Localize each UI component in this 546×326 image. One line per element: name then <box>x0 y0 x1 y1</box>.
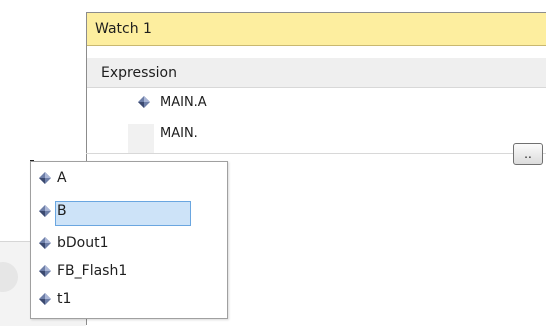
autocomplete-item-label: A <box>57 170 67 186</box>
watch-expression: MAIN.A <box>160 95 207 110</box>
variable-icon <box>138 96 150 108</box>
watch-window-title: Watch 1 <box>95 21 152 37</box>
watch-row[interactable]: MAIN.A <box>86 93 546 115</box>
panel-edge-control <box>0 262 18 292</box>
autocomplete-list[interactable]: A B bDout1 FB_Flash1 t1 <box>30 161 228 319</box>
autocomplete-item-label: t1 <box>57 291 72 307</box>
autocomplete-item-selected[interactable]: B <box>31 200 227 226</box>
variable-icon <box>39 237 51 249</box>
watch-expression-input[interactable]: MAIN. <box>160 126 198 141</box>
row-gutter <box>128 124 154 153</box>
autocomplete-item[interactable]: FB_Flash1 <box>31 260 227 284</box>
expression-column-label: Expression <box>101 65 177 81</box>
variable-icon <box>39 265 51 277</box>
autocomplete-item-label: FB_Flash1 <box>57 263 128 279</box>
autocomplete-item-label: B <box>57 203 67 219</box>
browse-button[interactable]: .. <box>513 143 543 165</box>
autocomplete-item[interactable]: t1 <box>31 288 227 312</box>
autocomplete-item-label: bDout1 <box>57 235 109 251</box>
autocomplete-item[interactable]: A <box>31 167 227 191</box>
autocomplete-item[interactable]: bDout1 <box>31 232 227 256</box>
selection-highlight <box>55 201 191 226</box>
variable-icon <box>39 205 51 217</box>
watch-row-editing[interactable]: MAIN. <box>86 124 546 154</box>
variable-icon <box>39 172 51 184</box>
variable-icon <box>39 293 51 305</box>
expression-column-header[interactable]: Expression <box>87 58 546 88</box>
watch-window-title-bar[interactable]: Watch 1 <box>87 12 546 46</box>
